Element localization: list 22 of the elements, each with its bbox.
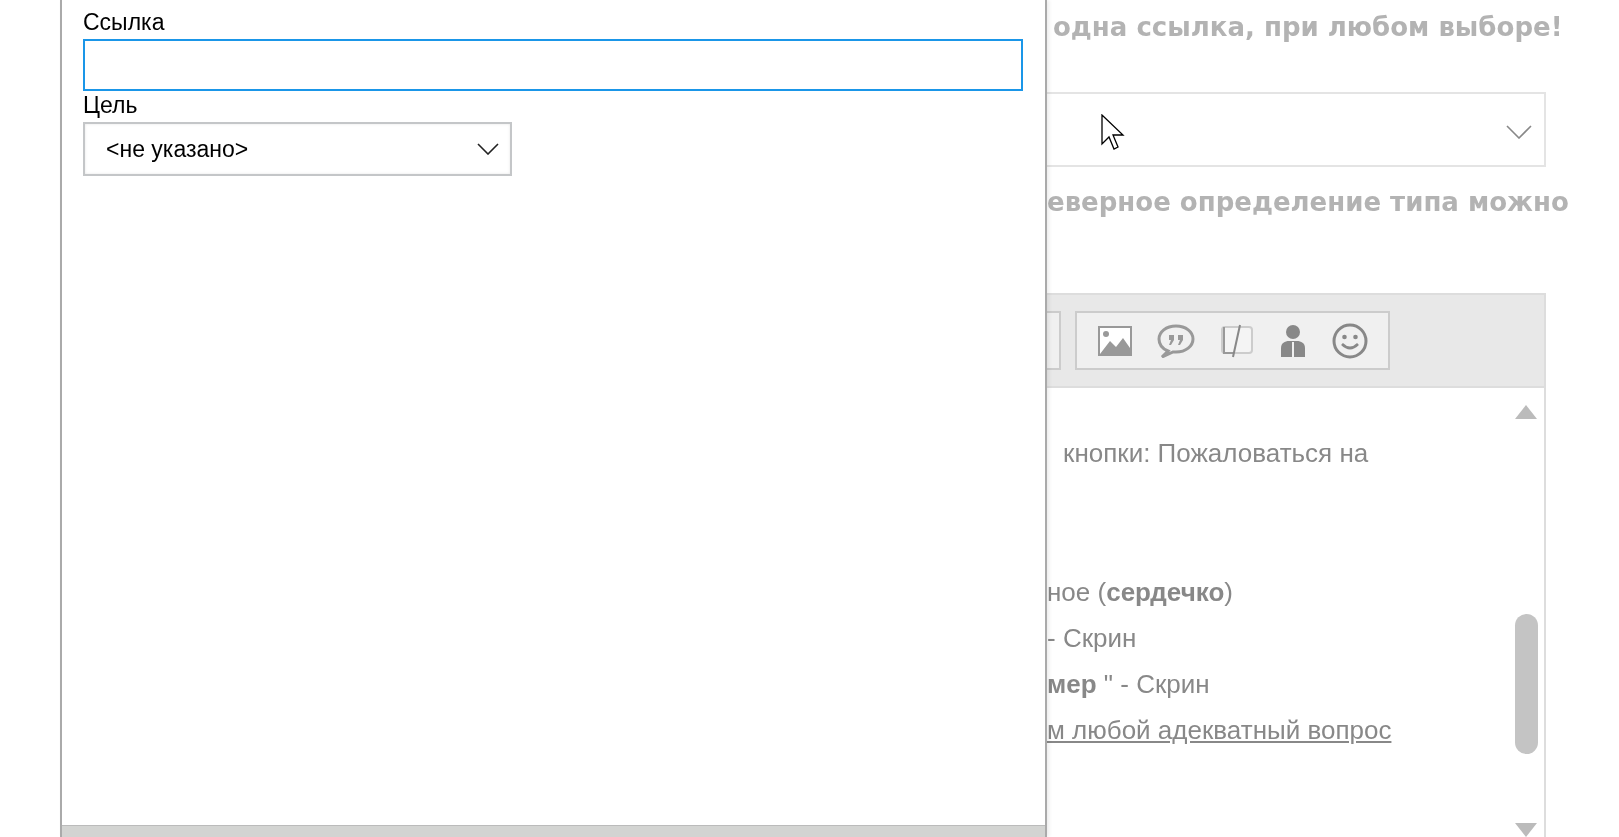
field-label: Ссылка <box>83 8 165 36</box>
link-input-field[interactable] <box>83 39 1023 91</box>
target-dropdown[interactable]: <не указано> <box>83 122 512 176</box>
hint-text: еверное определение типа можно <box>1047 186 1569 219</box>
mouse-cursor-icon <box>1101 114 1127 152</box>
quote-bubble-icon[interactable] <box>1156 323 1195 358</box>
editor-text: мер " - Скрин <box>1047 668 1210 701</box>
field-label: Цель <box>83 91 138 119</box>
editor-text: ное (сердечко) <box>1047 576 1233 609</box>
image-icon[interactable] <box>1097 325 1132 356</box>
chevron-down-icon <box>1506 125 1532 139</box>
chevron-down-icon <box>477 143 499 155</box>
editor-text: кнопки: Пожаловаться на <box>1063 437 1369 470</box>
scroll-down-arrow-icon[interactable] <box>1514 822 1538 837</box>
editor-text: - Скрин <box>1047 622 1137 655</box>
spoiler-icon[interactable] <box>1219 322 1254 359</box>
question-link[interactable]: м любой адекватный вопрос <box>1047 707 1392 753</box>
smiley-icon[interactable] <box>1331 322 1368 359</box>
scroll-up-arrow-icon[interactable] <box>1514 404 1538 420</box>
user-icon[interactable] <box>1278 323 1307 358</box>
heading-text: одна ссылка, при любом выборе! <box>1052 11 1563 44</box>
scrollbar-thumb[interactable] <box>1514 614 1538 754</box>
